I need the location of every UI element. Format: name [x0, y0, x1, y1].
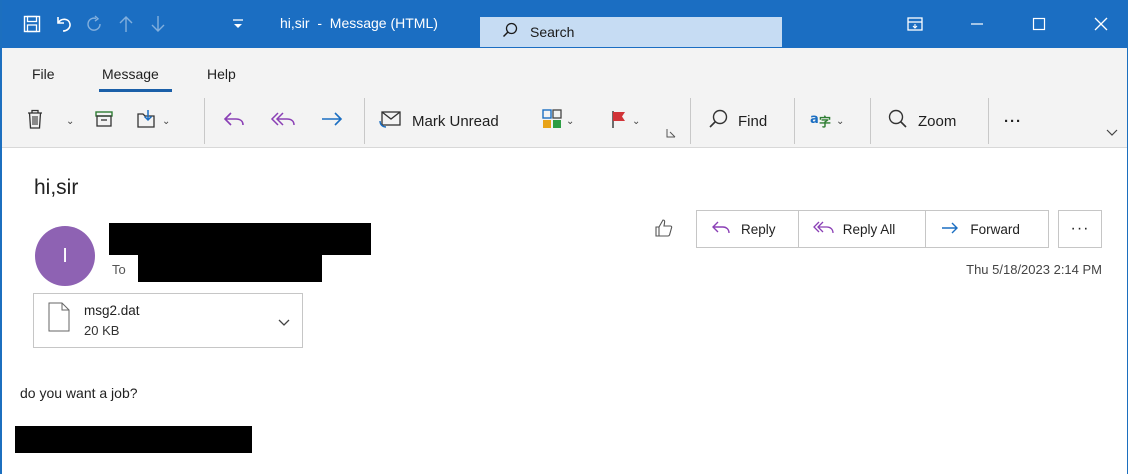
- outlook-message-window: hi,sir - Message (HTML) Search File Mess…: [0, 0, 1128, 474]
- more-actions-button[interactable]: ···: [1058, 210, 1102, 248]
- zoom-label: Zoom: [918, 112, 957, 130]
- categorize-icon: [542, 109, 562, 133]
- search-label: Search: [530, 24, 575, 40]
- attachment-dropdown-icon[interactable]: [278, 314, 290, 332]
- expand-ribbon-button[interactable]: [1106, 122, 1118, 142]
- chevron-down-icon: [1106, 124, 1118, 141]
- redacted-recipient: [138, 254, 322, 282]
- to-label: To: [112, 262, 126, 277]
- more-commands-button[interactable]: ···: [1004, 104, 1022, 138]
- customize-toolbar-icon[interactable]: [228, 11, 248, 37]
- search-icon: [708, 109, 728, 133]
- active-tab-indicator: [99, 89, 172, 92]
- ribbon-separator: [794, 98, 795, 144]
- message-date: Thu 5/18/2023 2:14 PM: [966, 262, 1102, 277]
- flag-icon: [610, 109, 628, 133]
- chevron-down-icon: ⌄: [66, 115, 75, 127]
- trash-icon: [26, 109, 44, 133]
- menu-file[interactable]: File: [32, 66, 55, 82]
- message-subject: hi,sir: [34, 176, 79, 199]
- redacted-sender: [109, 223, 371, 255]
- reply-all-label: Reply All: [842, 221, 896, 237]
- move-to-folder-icon: [136, 109, 158, 133]
- zoom-icon: [888, 109, 908, 133]
- forward-icon: [320, 109, 344, 133]
- next-item-icon[interactable]: [146, 11, 170, 37]
- forward-ribbon-button[interactable]: [320, 104, 344, 138]
- follow-up-button[interactable]: ⌄: [610, 104, 640, 138]
- menu-help[interactable]: Help: [207, 66, 236, 82]
- title-bar: hi,sir - Message (HTML) Search: [2, 0, 1127, 48]
- ribbon-separator: [870, 98, 871, 144]
- attachment-name: msg2.dat: [84, 303, 140, 318]
- search-icon: [502, 22, 518, 43]
- reply-all-icon: [270, 109, 296, 133]
- ribbon-separator: [204, 98, 205, 144]
- find-label: Find: [738, 112, 768, 130]
- redacted-signature: [15, 426, 252, 453]
- mark-unread-button[interactable]: Mark Unread: [378, 104, 499, 138]
- like-button[interactable]: [652, 218, 676, 242]
- window-title: hi,sir - Message (HTML): [280, 15, 438, 31]
- undo-icon[interactable]: [52, 11, 76, 37]
- reply-all-button[interactable]: Reply All: [799, 211, 927, 247]
- close-button[interactable]: [1078, 11, 1124, 37]
- avatar[interactable]: I: [35, 226, 95, 286]
- move-button[interactable]: ⌄: [136, 104, 170, 138]
- reply-icon: [222, 109, 246, 133]
- thumbs-up-icon: [654, 218, 674, 243]
- maximize-button[interactable]: [1016, 11, 1062, 37]
- forward-button[interactable]: Forward: [926, 211, 1048, 247]
- reply-label: Reply: [741, 221, 776, 237]
- minimize-button[interactable]: [954, 11, 1000, 37]
- reply-icon: [711, 220, 731, 239]
- mark-unread-label: Mark Unread: [412, 112, 499, 130]
- avatar-initial: I: [62, 244, 68, 267]
- file-icon: [48, 302, 70, 337]
- forward-label: Forward: [970, 221, 1020, 237]
- envelope-icon: [378, 109, 402, 133]
- reply-all-icon: [812, 220, 835, 239]
- delete-button[interactable]: [26, 104, 44, 138]
- reply-ribbon-button[interactable]: [222, 104, 246, 138]
- message-body: do you want a job?: [20, 385, 138, 401]
- reply-all-ribbon-button[interactable]: [270, 104, 296, 138]
- translate-button[interactable]: a字 ⌄: [810, 104, 844, 138]
- categorize-button[interactable]: ⌄: [542, 104, 574, 138]
- archive-button[interactable]: [94, 104, 114, 138]
- search-box[interactable]: Search: [480, 17, 782, 47]
- save-icon[interactable]: [20, 11, 44, 37]
- reply-button[interactable]: Reply: [697, 211, 799, 247]
- svg-text:字: 字: [819, 114, 831, 129]
- ribbon-display-options-icon[interactable]: [892, 11, 938, 37]
- forward-icon: [940, 220, 960, 239]
- archive-icon: [94, 110, 114, 132]
- chevron-down-icon: ⌄: [836, 115, 845, 127]
- ribbon-separator: [364, 98, 365, 144]
- redo-icon[interactable]: [82, 11, 106, 37]
- attachment-card[interactable]: msg2.dat 20 KB: [33, 293, 303, 348]
- chevron-down-icon: ⌄: [162, 115, 171, 127]
- previous-item-icon[interactable]: [114, 11, 138, 37]
- attachment-size: 20 KB: [84, 323, 120, 338]
- chevron-down-icon: ⌄: [632, 115, 641, 127]
- menu-message[interactable]: Message: [102, 66, 159, 82]
- zoom-button[interactable]: Zoom: [888, 104, 956, 138]
- tags-dialog-launcher[interactable]: [666, 126, 676, 140]
- ribbon-separator: [988, 98, 989, 144]
- delete-dropdown[interactable]: ⌄: [62, 104, 74, 138]
- ribbon-toolbar: ⌄ ⌄ Mark Unread ⌄ ⌄ Find a 字 ⌄ Zoom ···: [2, 96, 1127, 148]
- translate-icon: a字: [810, 109, 832, 133]
- chevron-down-icon: ⌄: [566, 115, 575, 127]
- find-button[interactable]: Find: [708, 104, 767, 138]
- svg-text:a: a: [810, 112, 819, 127]
- ribbon-separator: [690, 98, 691, 144]
- message-actions: Reply Reply All Forward: [696, 210, 1049, 248]
